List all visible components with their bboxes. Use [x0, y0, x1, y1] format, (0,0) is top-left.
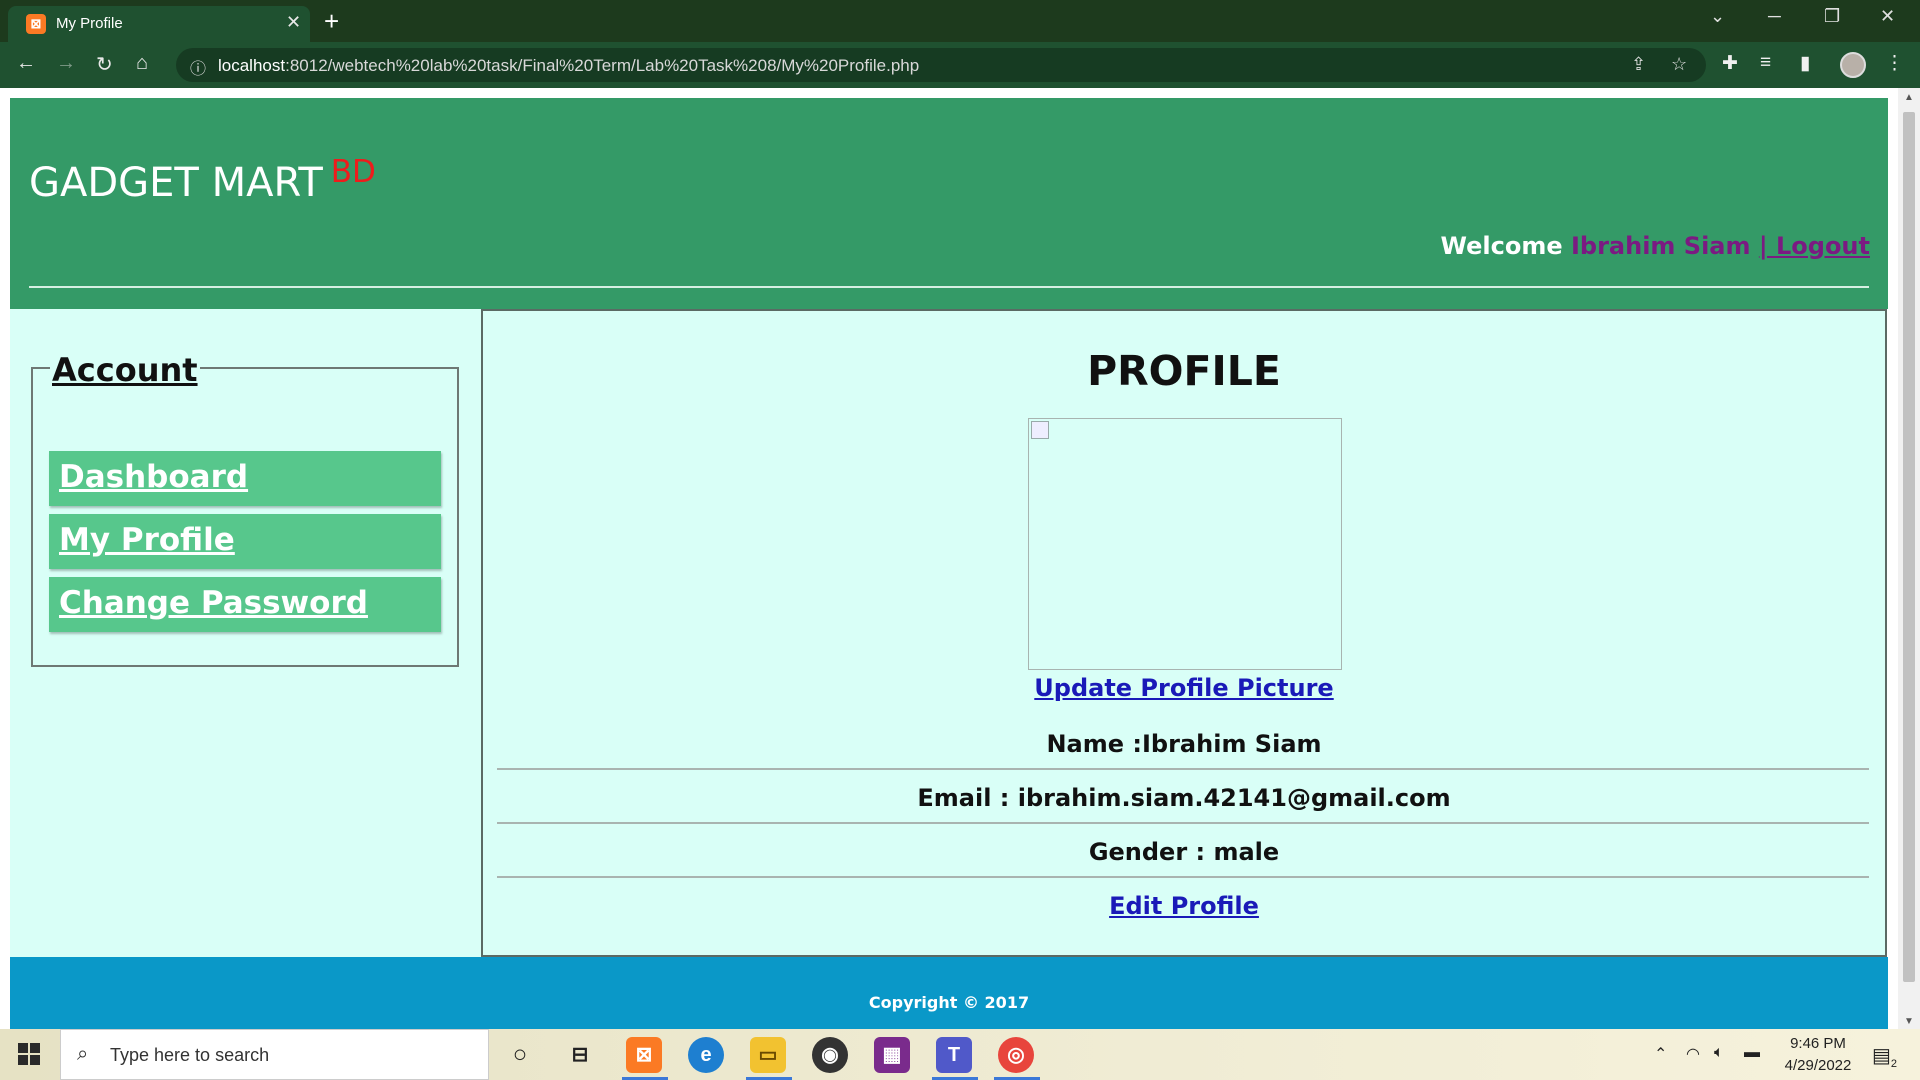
scroll-down-icon[interactable]: ▼ — [1904, 1016, 1914, 1027]
dashboard-link[interactable]: Dashboard — [59, 459, 248, 495]
bookmark-star-icon[interactable]: ☆ — [1671, 54, 1687, 75]
forward-icon[interactable]: → — [56, 52, 76, 75]
edit-profile-row: Edit Profile — [483, 892, 1885, 920]
file-explorer-icon[interactable]: ▭ — [750, 1037, 786, 1073]
profile-name: Name :Ibrahim Siam — [1046, 730, 1322, 758]
change-password-link[interactable]: Change Password — [59, 585, 368, 621]
window-close-icon[interactable]: ✕ — [1880, 6, 1895, 27]
user-name: Ibrahim Siam — [1570, 232, 1751, 260]
notification-center-icon[interactable]: ▤2 — [1872, 1043, 1897, 1070]
url-text[interactable]: localhost:8012/webtech%20lab%20task/Fina… — [218, 56, 919, 76]
home-icon[interactable]: ⌂ — [136, 52, 148, 75]
account-legend: Account — [50, 351, 200, 389]
obs-icon[interactable]: ◉ — [812, 1037, 848, 1073]
sidebar: Account Dashboard My Profile Change Pass… — [10, 309, 482, 957]
scroll-up-icon[interactable]: ▲ — [1904, 92, 1914, 103]
back-icon[interactable]: ← — [16, 52, 36, 75]
update-picture-row: Update Profile Picture — [483, 674, 1885, 702]
address-bar[interactable]: ⓘ localhost:8012/webtech%20lab%20task/Fi… — [176, 48, 1706, 82]
tray-chevron-icon[interactable]: ⌃ — [1654, 1044, 1667, 1064]
minimize-icon[interactable]: ─ — [1768, 6, 1781, 27]
wifi-icon[interactable]: ◠ — [1686, 1044, 1700, 1064]
task-view-icon[interactable]: ⊟ — [562, 1037, 598, 1073]
teams-icon[interactable]: T — [936, 1037, 972, 1073]
windows-taskbar: ⌕ Type here to search ○ ⊟ ⊠ e ▭ ◉ ▦ T ◎ … — [0, 1029, 1920, 1080]
copyright-text: Copyright © 2017 — [868, 993, 1030, 1012]
browser-tab-bar: ⊠ My Profile ✕ + ⌄ ─ ❐ ✕ — [0, 0, 1920, 42]
sidebar-item-change-password[interactable]: Change Password — [49, 577, 441, 632]
site-footer: Copyright © 2017 — [10, 957, 1888, 1029]
browser-tab[interactable]: ⊠ My Profile ✕ — [8, 6, 310, 42]
row-divider — [497, 822, 1869, 824]
edit-profile-link[interactable]: Edit Profile — [1109, 892, 1259, 920]
chrome-icon[interactable]: ◎ — [998, 1037, 1034, 1073]
profile-gender: Gender : male — [1088, 838, 1280, 866]
new-tab-icon[interactable]: + — [324, 6, 339, 37]
extensions-icon[interactable]: ✚ — [1722, 52, 1738, 75]
share-icon[interactable]: ⇪ — [1631, 54, 1646, 75]
menu-kebab-icon[interactable]: ⋮ — [1885, 52, 1904, 75]
sidebar-item-dashboard[interactable]: Dashboard — [49, 451, 441, 506]
battery-icon[interactable]: ▬ — [1744, 1044, 1760, 1062]
row-divider — [497, 876, 1869, 878]
header-divider — [29, 286, 1869, 288]
page-title: PROFILE — [1087, 347, 1281, 395]
page-scrollbar[interactable]: ▲ ▼ — [1898, 88, 1920, 1029]
site-brand: GADGET MART BD — [29, 154, 376, 206]
reload-icon[interactable]: ↻ — [96, 52, 113, 77]
winrar-icon[interactable]: ▦ — [874, 1037, 910, 1073]
row-divider — [497, 768, 1869, 770]
update-profile-picture-link[interactable]: Update Profile Picture — [1034, 674, 1333, 702]
cortana-icon[interactable]: ○ — [502, 1037, 538, 1073]
site-header: GADGET MART BD Welcome Ibrahim Siam | Log… — [10, 98, 1888, 309]
clock-date: 4/29/2022 — [1784, 1057, 1852, 1074]
profile-avatar[interactable] — [1840, 52, 1866, 78]
taskbar-search[interactable]: ⌕ Type here to search — [60, 1029, 489, 1080]
side-panel-icon[interactable]: ▮ — [1800, 52, 1810, 75]
notification-count: 2 — [1890, 1058, 1898, 1070]
edge-icon[interactable]: e — [688, 1037, 724, 1073]
xampp-icon[interactable]: ⊠ — [626, 1037, 662, 1073]
windows-start-icon[interactable] — [18, 1043, 42, 1067]
tab-title: My Profile — [56, 15, 123, 32]
restore-icon[interactable]: ❐ — [1824, 6, 1840, 27]
tab-search-chevron-icon[interactable]: ⌄ — [1710, 6, 1725, 27]
profile-picture — [1028, 418, 1342, 670]
profile-panel: PROFILE Update Profile Picture Name :Ibr… — [481, 309, 1887, 957]
xampp-icon: ⊠ — [26, 14, 46, 34]
volume-icon[interactable]: 🔈︎ — [1714, 1044, 1724, 1062]
logout-link[interactable]: | Logout — [1759, 232, 1870, 260]
clock-time: 9:46 PM — [1790, 1035, 1846, 1052]
browser-toolbar: ← → ↻ ⌂ ⓘ localhost:8012/webtech%20lab%2… — [0, 42, 1920, 88]
welcome-label: Welcome — [1440, 232, 1563, 260]
welcome-bar: Welcome Ibrahim Siam | Logout — [1440, 232, 1870, 260]
scrollbar-thumb[interactable] — [1903, 112, 1915, 982]
taskbar-clock[interactable]: 9:46 PM 4/29/2022 — [1770, 1033, 1866, 1077]
site-info-icon[interactable]: ⓘ — [190, 55, 206, 79]
broken-image-icon — [1031, 421, 1049, 439]
search-placeholder: Type here to search — [110, 1045, 270, 1065]
search-icon: ⌕ — [77, 1043, 89, 1065]
media-control-icon[interactable]: ≡ — [1760, 52, 1771, 74]
brand-suffix: BD — [330, 154, 376, 190]
profile-email: Email : ibrahim.siam.42141@gmail.com — [917, 784, 1451, 812]
sidebar-item-my-profile[interactable]: My Profile — [49, 514, 441, 569]
tab-close-icon[interactable]: ✕ — [286, 12, 301, 33]
my-profile-link[interactable]: My Profile — [59, 522, 235, 558]
page-viewport: GADGET MART BD Welcome Ibrahim Siam | Log… — [0, 88, 1898, 1029]
